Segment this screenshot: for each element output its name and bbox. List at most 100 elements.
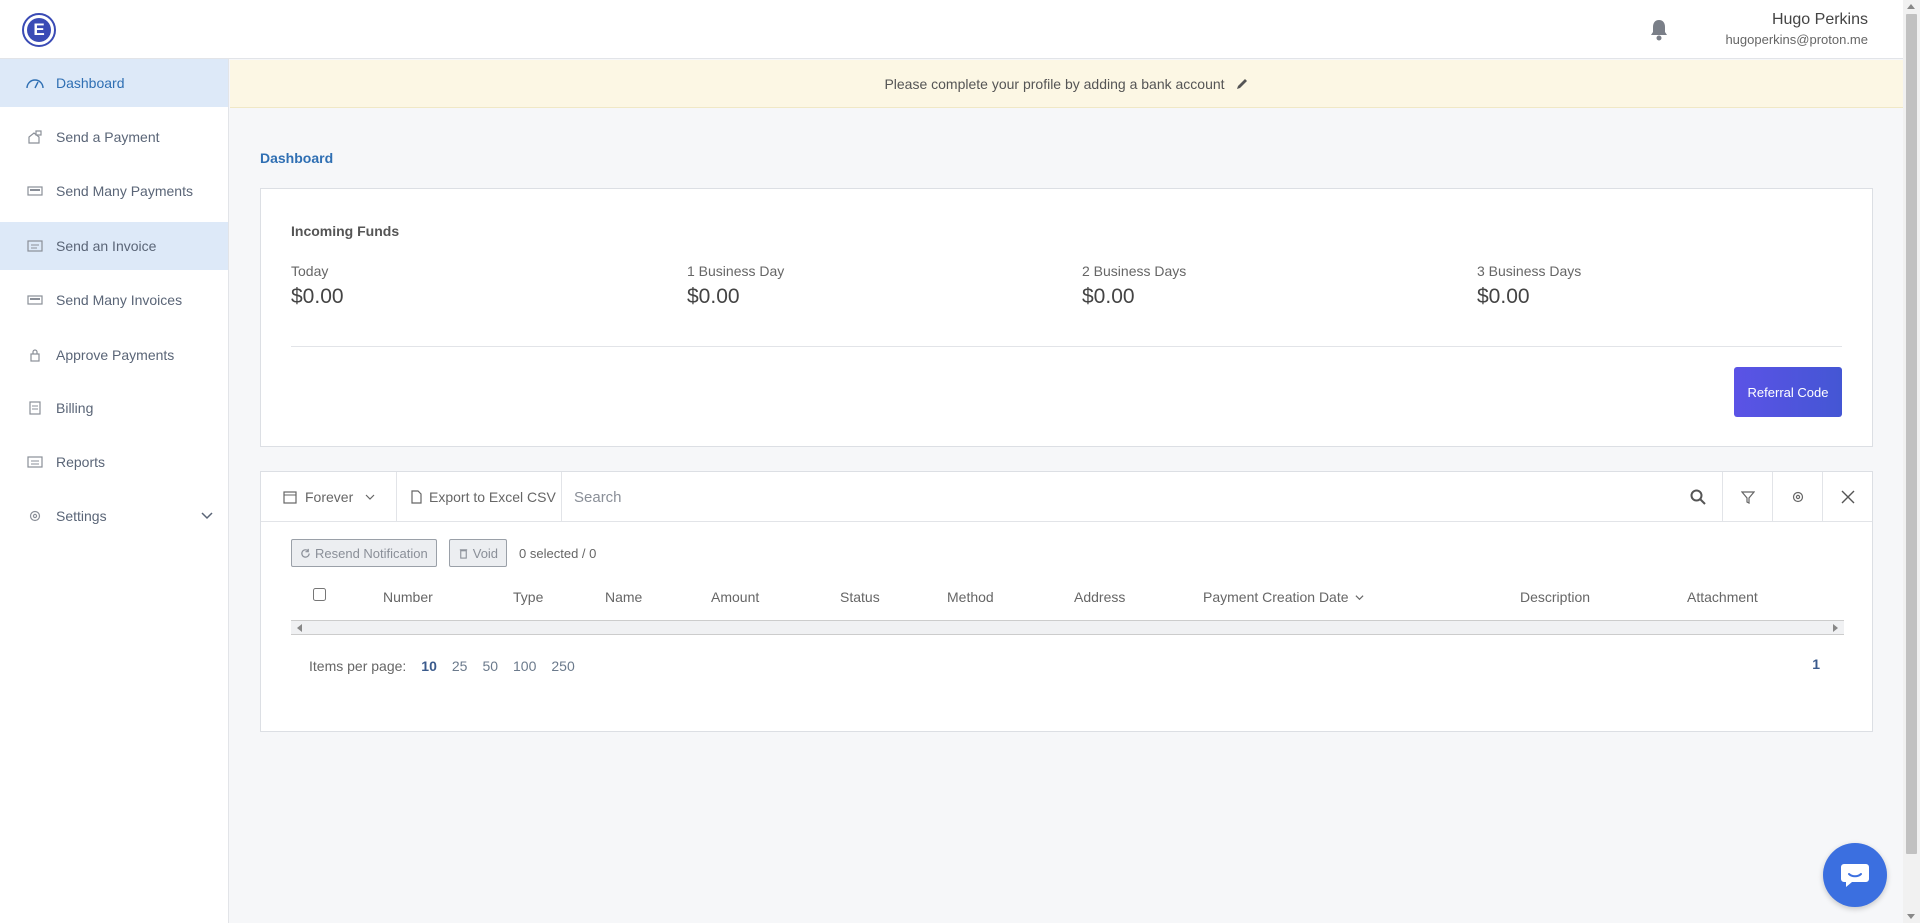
column-attachment[interactable]: Attachment [1687, 589, 1758, 605]
period-label: Forever [305, 489, 354, 505]
sidebar-item-label: Send a Payment [56, 129, 160, 145]
vertical-scrollbar[interactable] [1903, 0, 1920, 923]
file-icon [411, 490, 422, 504]
void-label: Void [472, 545, 499, 561]
fund-3-business-days: 3 Business Days $0.00 [1477, 263, 1581, 309]
sidebar-item-approve-payments[interactable]: Approve Payments [0, 331, 228, 379]
logo-letter: E [27, 18, 51, 42]
gear-icon [1792, 491, 1803, 503]
lock-icon [26, 348, 44, 362]
void-button[interactable]: Void [448, 539, 508, 567]
user-name[interactable]: Hugo Perkins [1772, 11, 1868, 29]
billing-icon [26, 401, 44, 415]
horizontal-scrollbar[interactable] [291, 620, 1844, 635]
fund-today: Today $0.00 [291, 263, 344, 309]
export-csv-button[interactable]: Export to Excel CSV [397, 472, 562, 522]
fund-label: Today [291, 263, 329, 279]
pencil-icon[interactable] [1235, 77, 1249, 91]
divider [291, 346, 1842, 347]
bulk-actions: Resend Notification Void 0 selected / 0 [291, 539, 596, 567]
sidebar-item-label: Dashboard [56, 75, 125, 91]
page-size-option[interactable]: 250 [551, 658, 574, 674]
incoming-funds-card: Incoming Funds Today $0.00 1 Business Da… [260, 188, 1873, 447]
sidebar-item-label: Send Many Invoices [56, 292, 183, 308]
fund-value: $0.00 [291, 285, 344, 308]
sidebar-item-label: Settings [56, 508, 107, 524]
chat-button[interactable] [1823, 843, 1887, 907]
sidebar-item-reports[interactable]: Reports [0, 438, 228, 486]
fund-1-business-day: 1 Business Day $0.00 [687, 263, 784, 309]
selected-count: 0 selected / 0 [519, 545, 597, 561]
sidebar-item-label: Reports [56, 454, 106, 470]
refresh-icon [301, 548, 310, 558]
scrollbar-thumb[interactable] [1906, 14, 1917, 854]
items-per-page-label: Items per page: [309, 658, 407, 674]
sidebar-item-send-many-invoices[interactable]: Send Many Invoices [0, 276, 228, 324]
scroll-down-icon[interactable] [1907, 914, 1915, 919]
sidebar-item-send-many-payments[interactable]: Send Many Payments [0, 167, 228, 215]
period-dropdown[interactable]: Forever [261, 472, 397, 522]
column-amount[interactable]: Amount [711, 589, 759, 605]
table-toolbar: Forever Export to Excel CSV [261, 472, 1872, 522]
column-status[interactable]: Status [840, 589, 880, 605]
chevron-down-icon[interactable] [200, 509, 214, 523]
fund-label: 3 Business Days [1477, 263, 1582, 279]
reports-icon [26, 455, 44, 469]
banner-text: Please complete your profile by adding a… [884, 75, 1225, 92]
send-many-invoices-icon [26, 293, 44, 307]
sidebar-item-label: Send an Invoice [56, 238, 157, 254]
column-name[interactable]: Name [605, 589, 642, 605]
sidebar-item-dashboard[interactable]: Dashboard [0, 59, 228, 107]
column-settings-button[interactable] [1772, 472, 1822, 522]
sidebar-item-label: Billing [56, 400, 94, 416]
bell-icon[interactable] [1648, 18, 1670, 42]
gear-icon [26, 509, 44, 523]
column-type[interactable]: Type [513, 589, 543, 605]
column-payment-creation-date[interactable]: Payment Creation Date [1203, 589, 1364, 605]
page-number[interactable]: 1 [1812, 656, 1820, 672]
card-title: Incoming Funds [291, 223, 400, 239]
scroll-up-icon[interactable] [1907, 4, 1915, 9]
page-size-option[interactable]: 50 [482, 658, 498, 674]
app-logo[interactable]: E [22, 13, 56, 47]
export-label: Export to Excel CSV [429, 489, 556, 505]
sidebar-item-send-payment[interactable]: Send a Payment [0, 113, 228, 161]
fund-label: 2 Business Days [1082, 263, 1187, 279]
filter-button[interactable] [1722, 472, 1772, 522]
sidebar-item-label: Send Many Payments [56, 183, 193, 199]
user-email[interactable]: hugoperkins@proton.me [1725, 32, 1868, 47]
breadcrumb[interactable]: Dashboard [260, 150, 333, 166]
scroll-left-icon[interactable] [297, 624, 302, 632]
sidebar-item-label: Approve Payments [56, 347, 175, 363]
fund-value: $0.00 [687, 285, 740, 308]
fund-2-business-days: 2 Business Days $0.00 [1082, 263, 1186, 309]
column-label: Payment Creation Date [1203, 589, 1349, 605]
sidebar-item-send-invoice[interactable]: Send an Invoice [0, 222, 228, 270]
trash-icon [459, 548, 467, 559]
sort-chevron-icon [1355, 595, 1364, 601]
page-size-option[interactable]: 100 [513, 658, 536, 674]
scroll-right-icon[interactable] [1833, 624, 1838, 632]
column-description[interactable]: Description [1520, 589, 1590, 605]
resend-notification-button[interactable]: Resend Notification [291, 539, 437, 567]
chat-icon [1841, 864, 1869, 887]
column-address[interactable]: Address [1074, 589, 1125, 605]
search-button[interactable] [1673, 472, 1723, 522]
dashboard-icon [26, 76, 44, 90]
column-method[interactable]: Method [947, 589, 994, 605]
sidebar-item-billing[interactable]: Billing [0, 384, 228, 432]
select-all-checkbox[interactable] [313, 588, 326, 601]
search-input[interactable] [562, 472, 1662, 522]
fund-value: $0.00 [1477, 285, 1530, 308]
top-bar: E Hugo Perkins hugoperkins@proton.me [0, 0, 1903, 59]
close-button[interactable] [1822, 472, 1872, 522]
column-number[interactable]: Number [383, 589, 433, 605]
calendar-icon [283, 491, 297, 504]
sidebar-item-settings[interactable]: Settings [0, 492, 228, 540]
referral-code-button[interactable]: Referral Code [1734, 367, 1842, 417]
fund-label: 1 Business Day [687, 263, 785, 279]
sidebar: Dashboard Send a Payment Send Many Payme… [0, 59, 229, 923]
send-payment-icon [26, 130, 44, 144]
page-size-option[interactable]: 10 [421, 658, 437, 674]
page-size-option[interactable]: 25 [452, 658, 468, 674]
